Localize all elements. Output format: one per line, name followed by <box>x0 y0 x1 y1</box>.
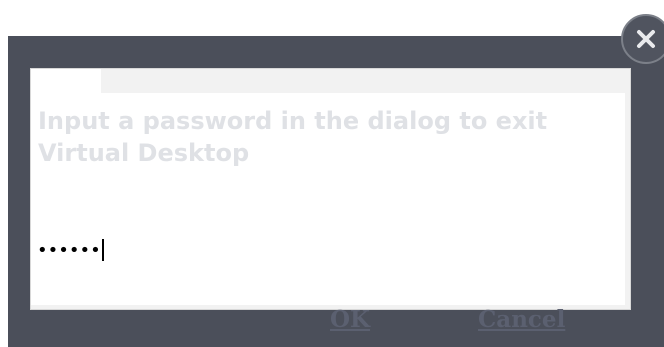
password-prompt: Input a password in the dialog to exit V… <box>38 107 548 167</box>
password-mask: •••••• <box>37 239 101 261</box>
close-icon <box>637 30 655 48</box>
text-caret <box>101 239 104 261</box>
cancel-button[interactable]: Cancel <box>478 306 565 334</box>
password-input[interactable]: •••••• <box>31 235 151 265</box>
close-button[interactable] <box>621 14 664 64</box>
dialog-panel: Input a password in the dialog to exit V… <box>30 68 631 310</box>
dialog-content: Input a password in the dialog to exit V… <box>31 93 625 305</box>
panel-tab <box>31 69 101 93</box>
ok-button[interactable]: OK <box>330 306 370 334</box>
screen: Input a password in the dialog to exit V… <box>0 0 664 347</box>
